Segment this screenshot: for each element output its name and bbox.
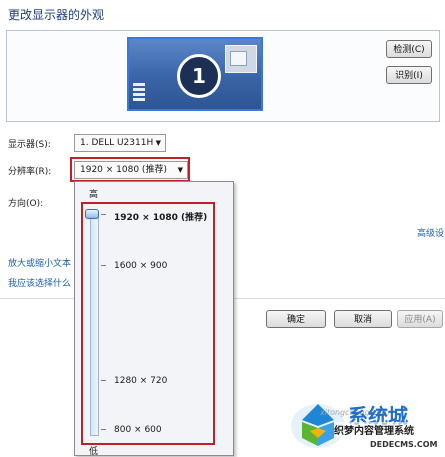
display-select[interactable]: 1. DELL U2311H ▼ [74, 134, 166, 152]
monitor-number-badge: 1 [177, 54, 221, 98]
slider-low-label: 低 [89, 447, 99, 457]
resolution-label: 分辨率(R): [8, 167, 52, 177]
which-setting-link[interactable]: 我应该选择什么 [8, 276, 71, 289]
display-label: 显示器(S): [8, 140, 51, 150]
apply-button[interactable]: 应用(A) [397, 310, 443, 328]
monitor-preview-panel: 1 [6, 30, 440, 122]
ok-button[interactable]: 确定 [266, 310, 326, 328]
watermark-domain: DEDECMS.COM [370, 440, 438, 449]
monitor-1-thumbnail[interactable]: 1 [127, 37, 263, 111]
watermark-tagline: 织梦内容管理系统 [334, 422, 414, 437]
display-select-value: 1. DELL U2311H [80, 138, 154, 148]
identify-button[interactable]: 识别(I) [386, 66, 432, 84]
orientation-label: 方向(O): [8, 199, 44, 209]
desktop-icons-icon [133, 83, 151, 105]
advanced-settings-link[interactable]: 高级设 [417, 226, 444, 239]
detect-button[interactable]: 检测(C) [386, 40, 432, 58]
text-size-link[interactable]: 放大或缩小文本 [8, 256, 71, 269]
page-title: 更改显示器的外观 [8, 8, 105, 22]
watermark: xitongcheng.com 系统城 织梦内容管理系统 DEDECMS.COM [290, 398, 445, 456]
slider-high-label: 高 [89, 190, 99, 200]
mini-window-icon [225, 45, 257, 73]
options-highlight-box [81, 202, 215, 445]
resolution-highlight-box [70, 157, 190, 182]
chevron-down-icon: ▼ [155, 139, 161, 147]
cancel-button[interactable]: 取消 [334, 310, 392, 328]
